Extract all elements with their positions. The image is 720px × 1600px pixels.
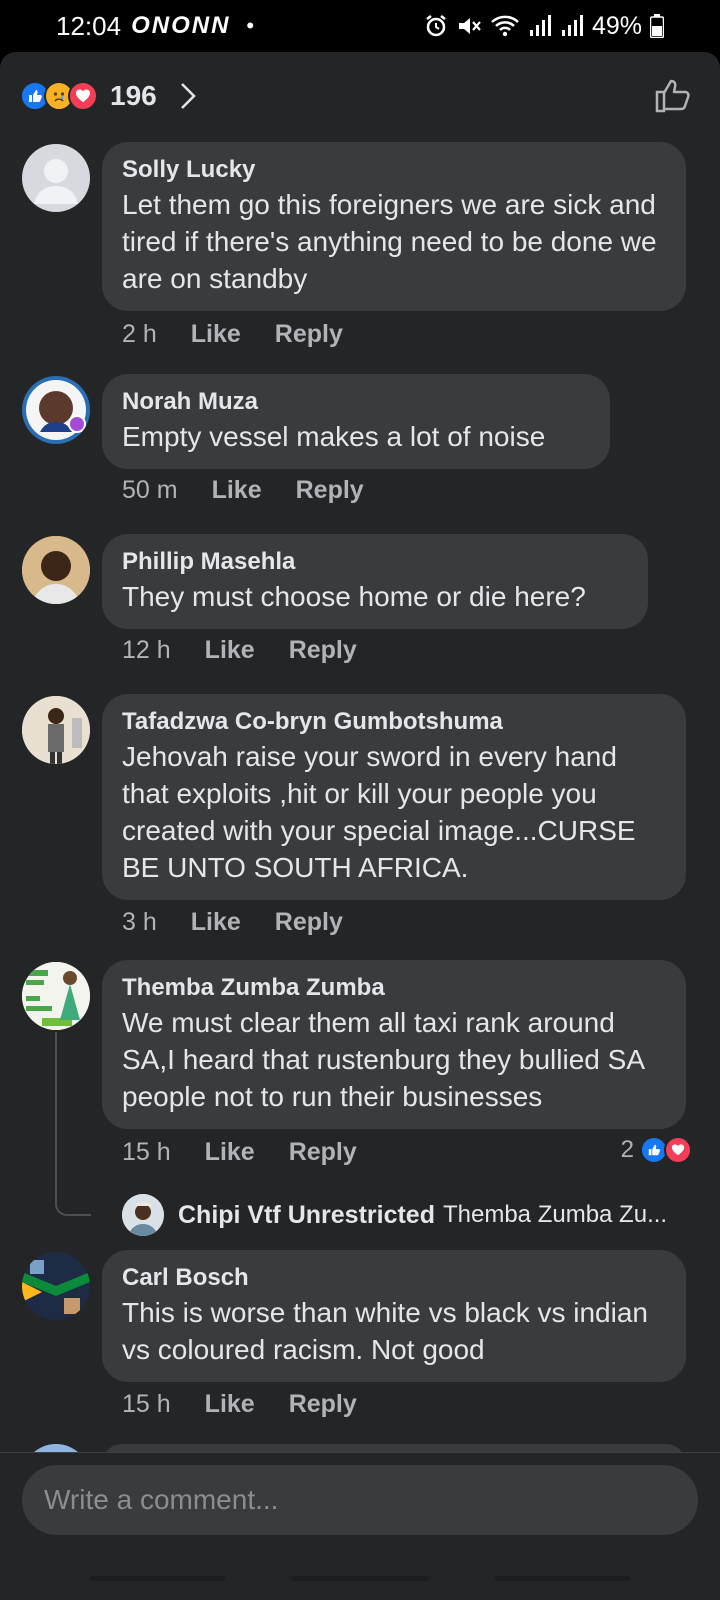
comment-bubble[interactable]: Tafadzwa Co-bryn Gumbotshuma Jehovah rai…: [102, 694, 686, 900]
like-button[interactable]: Like: [191, 908, 241, 937]
comment-actions: 15 h Like Reply: [122, 1390, 357, 1419]
reactions-summary[interactable]: 196: [20, 74, 197, 118]
battery-icon: [650, 14, 664, 38]
like-button[interactable]: Like: [205, 1390, 255, 1419]
love-reaction-icon: [68, 81, 98, 111]
comment-bubble[interactable]: Carl Bosch This is worse than white vs b…: [102, 1250, 686, 1382]
comment-text: Let them go this foreigners we are sick …: [122, 189, 657, 294]
comment-input[interactable]: [22, 1465, 698, 1535]
comment-text: This is worse than white vs black vs ind…: [122, 1297, 648, 1365]
reply-author[interactable]: Chipi Vtf Unrestricted: [178, 1201, 435, 1230]
like-button[interactable]: Like: [212, 476, 262, 505]
wifi-icon: [491, 15, 519, 37]
like-post-thumb-icon[interactable]: [654, 76, 692, 114]
nav-recents-hint[interactable]: [90, 1576, 226, 1581]
reply-avatar[interactable]: [122, 1194, 164, 1236]
avatar[interactable]: [22, 376, 90, 444]
comment-bubble[interactable]: Solly Lucky Let them go this foreigners …: [102, 142, 686, 311]
chevron-right-icon[interactable]: [179, 81, 197, 111]
comment-time: 2 h: [122, 320, 157, 348]
comment-actions: 15 h Like Reply: [122, 1138, 357, 1167]
comment-author[interactable]: Themba Zumba Zumba: [122, 972, 666, 1004]
like-button[interactable]: Like: [205, 1138, 255, 1167]
alarm-icon: [426, 15, 446, 37]
comment-author[interactable]: Phillip Masehla: [122, 546, 628, 578]
reaction-icons: [20, 81, 98, 111]
love-reaction-icon: [664, 1136, 692, 1164]
comment-text: Empty vessel makes a lot of noise: [122, 421, 546, 452]
comment-time: 12 h: [122, 636, 171, 664]
comment-author[interactable]: Tafadzwa Co-bryn Gumbotshuma: [122, 706, 666, 738]
comment-bubble[interactable]: Themba Zumba Zumba We must clear them al…: [102, 960, 686, 1129]
comment-text: We must clear them all taxi rank around …: [122, 1007, 644, 1112]
reaction-count: 196: [110, 80, 157, 111]
comment-time: 15 h: [122, 1138, 171, 1166]
like-button[interactable]: Like: [205, 636, 255, 665]
comment-actions: 2 h Like Reply: [122, 320, 343, 349]
more-notifications-dot-icon: •: [246, 13, 255, 38]
comment-author[interactable]: Norah Muza: [122, 386, 590, 418]
mute-icon: [458, 18, 481, 34]
comment-author[interactable]: Solly Lucky: [122, 154, 666, 186]
signal-icon: [529, 15, 551, 36]
like-button[interactable]: Like: [191, 320, 241, 349]
comment-text: Jehovah raise your sword in every hand t…: [122, 741, 636, 883]
comment-bubble[interactable]: Norah Muza Empty vessel makes a lot of n…: [102, 374, 610, 469]
avatar[interactable]: [22, 696, 90, 764]
reply-button[interactable]: Reply: [275, 320, 343, 349]
comment-bubble[interactable]: Phillip Masehla They must choose home or…: [102, 534, 648, 629]
comment-actions: 3 h Like Reply: [122, 908, 343, 937]
reply-button[interactable]: Reply: [275, 908, 343, 937]
status-bar: 12:04 ONONN • 49%: [0, 0, 720, 52]
avatar[interactable]: [22, 536, 90, 604]
nav-back-hint[interactable]: [494, 1576, 630, 1581]
avatar[interactable]: [22, 144, 90, 212]
comment-author[interactable]: Carl Bosch: [122, 1262, 666, 1294]
comment-time: 3 h: [122, 908, 157, 936]
signal-icon-2: [561, 15, 583, 36]
comment-time: 50 m: [122, 476, 178, 504]
status-time: 12:04: [56, 10, 122, 41]
reply-button[interactable]: Reply: [289, 636, 357, 665]
navigation-bar: [0, 1576, 720, 1586]
comment-reaction-summary[interactable]: 2: [620, 1136, 692, 1164]
reply-preview[interactable]: Chipi Vtf Unrestricted Themba Zumba Zu..…: [122, 1194, 667, 1236]
reply-button[interactable]: Reply: [289, 1390, 357, 1419]
comment-text: They must choose home or die here?: [122, 581, 586, 612]
reply-button[interactable]: Reply: [296, 476, 364, 505]
avatar[interactable]: [22, 1252, 90, 1320]
comments-sheet: 196 Solly Lucky Let them go this foreign…: [0, 52, 720, 1600]
reply-text: Themba Zumba Zu...: [442, 1201, 668, 1228]
comment-time: 15 h: [122, 1390, 171, 1418]
reply-thread-line: [55, 1032, 91, 1216]
comment-actions: 12 h Like Reply: [122, 636, 357, 665]
comment-reaction-count: 2: [620, 1136, 634, 1163]
notification-icons: ONONN: [131, 12, 231, 39]
nav-home-hint[interactable]: [292, 1576, 428, 1581]
battery-level: 49%: [591, 11, 642, 40]
comment-actions: 50 m Like Reply: [122, 476, 364, 505]
avatar[interactable]: [22, 962, 90, 1030]
reply-button[interactable]: Reply: [289, 1138, 357, 1167]
